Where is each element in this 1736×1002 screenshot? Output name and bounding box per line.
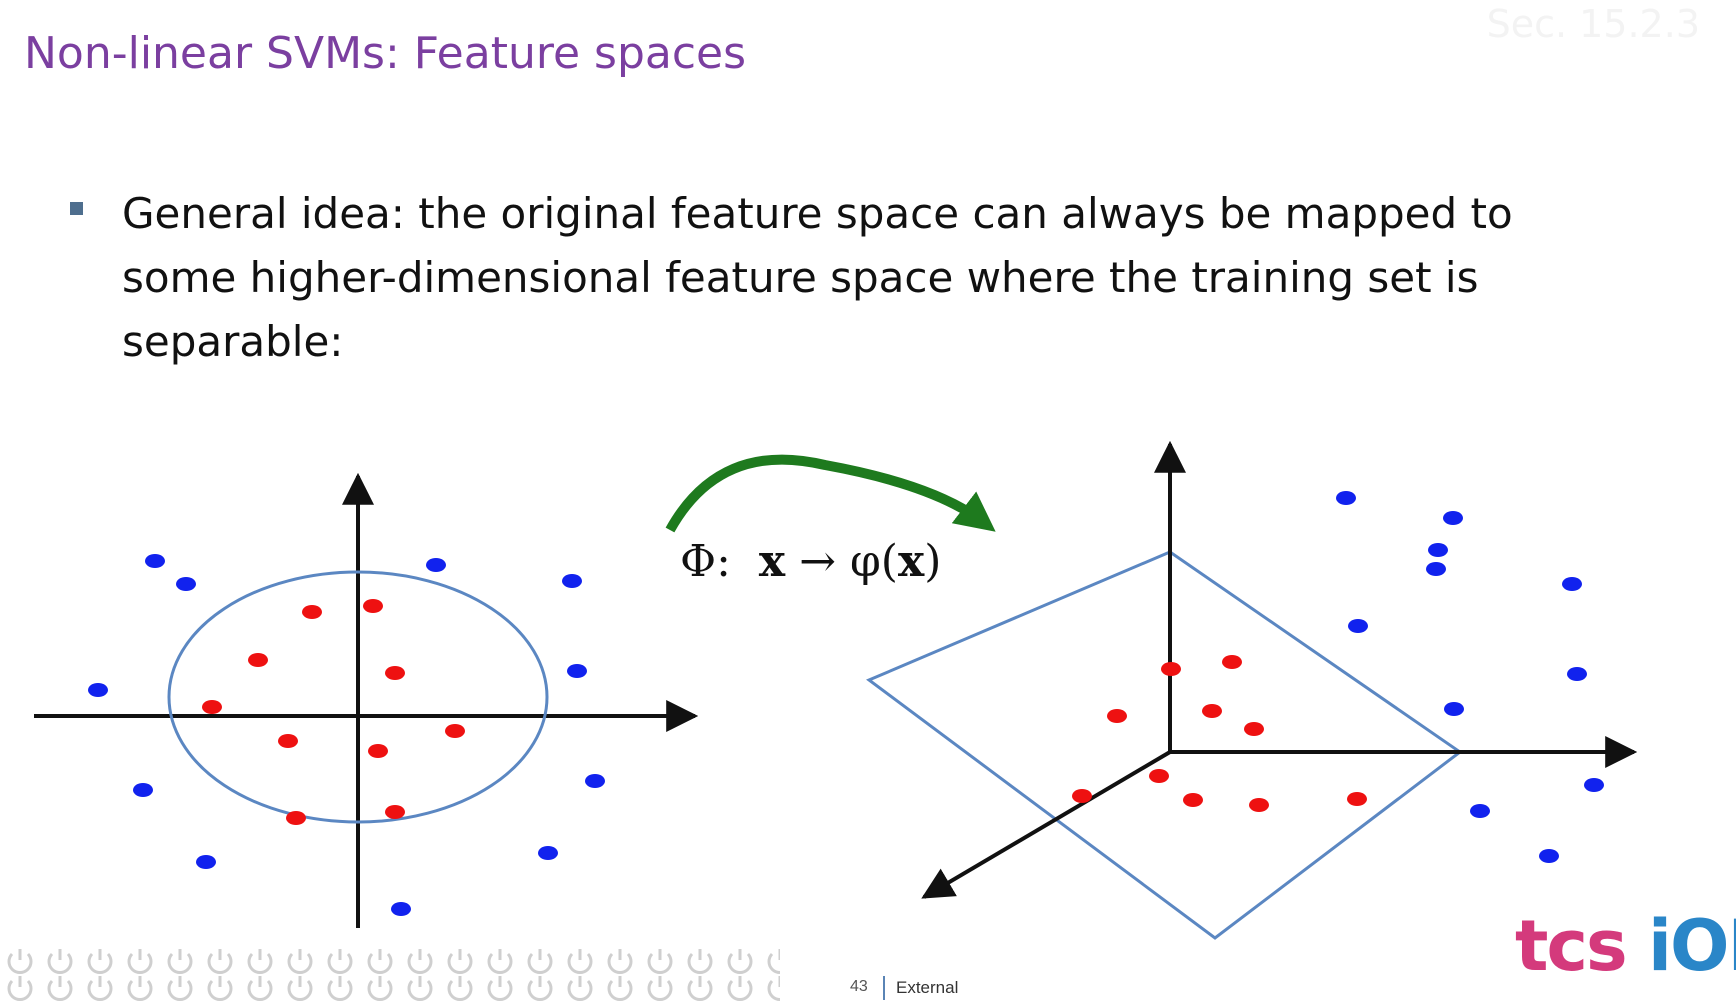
red-point xyxy=(368,744,388,758)
blue-point xyxy=(426,558,446,572)
formula-input: x xyxy=(758,536,786,587)
blue-point xyxy=(1470,804,1490,818)
red-point xyxy=(385,805,405,819)
red-point xyxy=(248,653,268,667)
footer-label: External xyxy=(896,978,959,997)
blue-point xyxy=(1336,491,1356,505)
red-point xyxy=(286,811,306,825)
red-point xyxy=(1072,789,1092,803)
blue-point xyxy=(1444,702,1464,716)
footer-divider xyxy=(883,976,885,1000)
red-point xyxy=(1347,792,1367,806)
red-point xyxy=(1149,769,1169,783)
red-point xyxy=(363,599,383,613)
phi-symbol: Φ: xyxy=(680,536,731,587)
right-red-points xyxy=(1072,655,1367,812)
blue-point xyxy=(133,783,153,797)
formula-arrow: → xyxy=(785,536,850,587)
decorative-power-pattern xyxy=(0,948,780,1002)
left-blue-points xyxy=(88,554,605,916)
blue-point xyxy=(538,846,558,860)
formula-map: φ( xyxy=(849,536,898,587)
red-point xyxy=(278,734,298,748)
blue-point xyxy=(1584,778,1604,792)
blue-point xyxy=(176,577,196,591)
blue-point xyxy=(1567,667,1587,681)
blue-point xyxy=(1562,577,1582,591)
red-point xyxy=(1202,704,1222,718)
blue-point xyxy=(1426,562,1446,576)
left-red-points xyxy=(202,599,465,825)
formula-output: x xyxy=(897,536,925,587)
red-point xyxy=(1161,662,1181,676)
blue-point xyxy=(567,664,587,678)
blue-point xyxy=(562,574,582,588)
red-point xyxy=(202,700,222,714)
red-point xyxy=(1183,793,1203,807)
red-point xyxy=(1244,722,1264,736)
red-point xyxy=(385,666,405,680)
left-plot xyxy=(34,472,699,928)
red-point xyxy=(445,724,465,738)
blue-point xyxy=(88,683,108,697)
blue-point xyxy=(1443,511,1463,525)
blue-point xyxy=(585,774,605,788)
red-point xyxy=(1107,709,1127,723)
blue-point xyxy=(1348,619,1368,633)
tcs-ion-logo: tcs iON xyxy=(1515,905,1736,987)
logo-tcs: tcs xyxy=(1515,905,1628,987)
page-number: 43 xyxy=(850,978,868,995)
red-point xyxy=(302,605,322,619)
right-separating-plane xyxy=(866,550,1463,940)
red-point xyxy=(1222,655,1242,669)
logo-ion: iON xyxy=(1648,905,1736,987)
mapping-arrow xyxy=(665,454,996,533)
mapping-formula: Φ: x → φ(x) xyxy=(680,536,941,587)
blue-point xyxy=(391,902,411,916)
blue-point xyxy=(1428,543,1448,557)
right-blue-points xyxy=(1336,491,1604,863)
blue-point xyxy=(196,855,216,869)
blue-point xyxy=(145,554,165,568)
formula-close: ) xyxy=(924,536,942,587)
feature-space-diagram xyxy=(34,440,1638,940)
blue-point xyxy=(1539,849,1559,863)
red-point xyxy=(1249,798,1269,812)
